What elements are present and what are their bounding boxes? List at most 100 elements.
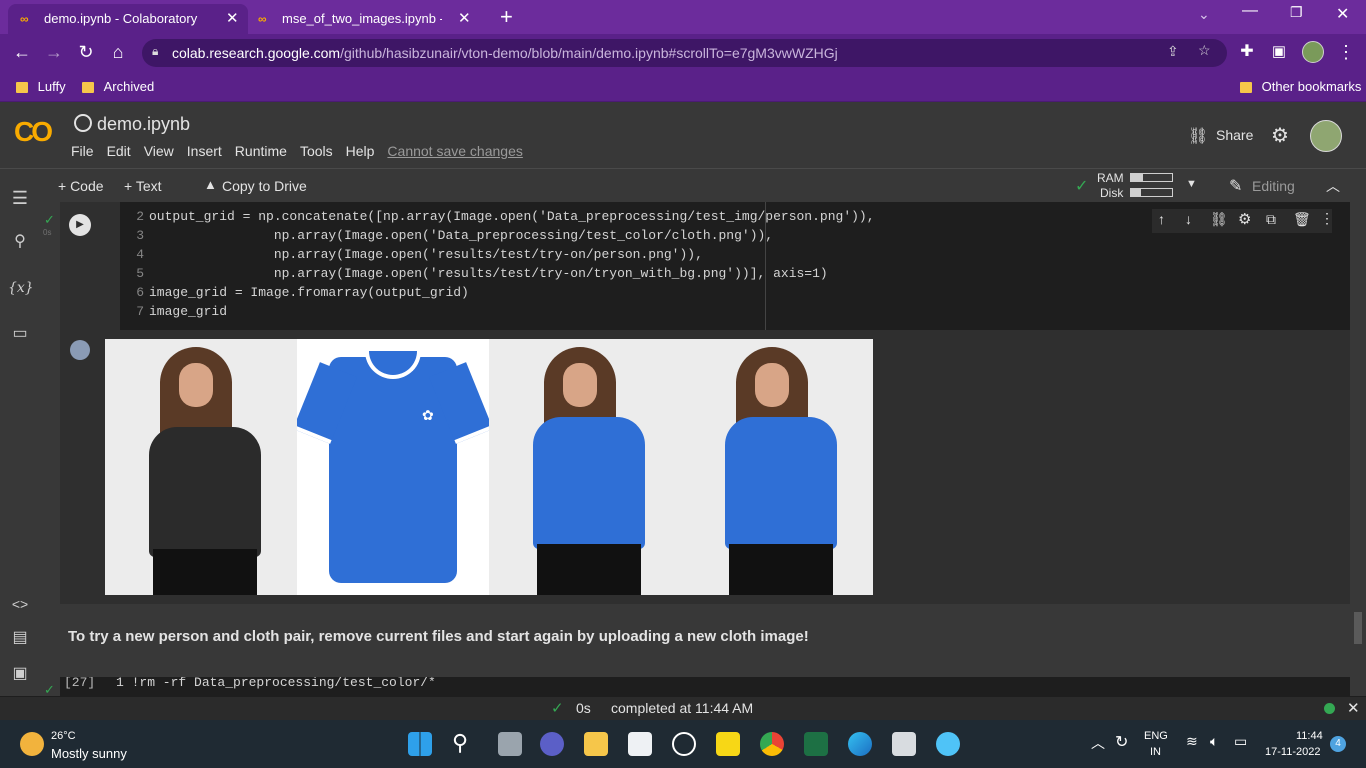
snipping-tool-icon[interactable]: [892, 732, 916, 756]
cannot-save-link[interactable]: Cannot save changes: [387, 143, 522, 159]
browser-address-bar: ← → ↻ ⌂ 🔒︎ colab.research.google.com/git…: [0, 34, 1366, 71]
excel-icon[interactable]: [804, 732, 828, 756]
clock-time[interactable]: 11:44: [1296, 730, 1323, 742]
tab-mse[interactable]: ∞ mse_of_two_images.ipynb - Colab ✕: [250, 4, 480, 34]
forward-icon[interactable]: →: [42, 40, 66, 64]
menu-edit[interactable]: Edit: [107, 143, 131, 159]
edge-icon[interactable]: [848, 732, 872, 756]
disk-meter: [1130, 188, 1173, 197]
close-tab-icon[interactable]: ✕: [458, 9, 471, 27]
files-folder-icon[interactable]: ▭: [8, 322, 32, 346]
bookmark-star-icon[interactable]: ☆: [1198, 42, 1211, 59]
chat-icon[interactable]: [540, 732, 564, 756]
chrome-icon[interactable]: [760, 732, 784, 756]
profile-avatar[interactable]: [1302, 41, 1324, 63]
other-bookmarks[interactable]: Other bookmarks: [1240, 79, 1361, 94]
cell-settings-icon[interactable]: ⚙: [1238, 210, 1251, 228]
add-code-button[interactable]: + Code: [58, 178, 104, 194]
chrome-menu-icon[interactable]: ⋮: [1334, 40, 1358, 64]
add-text-button[interactable]: + Text: [124, 178, 162, 194]
collapse-header-icon[interactable]: ︿: [1326, 176, 1340, 196]
lang-in[interactable]: IN: [1150, 746, 1161, 758]
menu-file[interactable]: File: [71, 143, 94, 159]
code-snippets-icon[interactable]: <>: [8, 592, 32, 616]
resources-dropdown-icon[interactable]: ▼: [1186, 178, 1197, 190]
close-tab-icon[interactable]: ✕: [226, 9, 239, 27]
close-status-icon[interactable]: ✕: [1347, 699, 1360, 717]
status-completed: completed at 11:44 AM: [611, 700, 754, 716]
lang-eng[interactable]: ENG: [1144, 730, 1168, 742]
home-icon[interactable]: ⌂: [106, 40, 130, 64]
github-icon: [74, 114, 92, 132]
show-hidden-icons-icon[interactable]: ︿: [1091, 733, 1105, 753]
clock-date[interactable]: 17-11-2022: [1265, 746, 1320, 758]
sync-icon[interactable]: ↻: [1115, 732, 1128, 752]
command-palette-icon[interactable]: ▤: [8, 626, 32, 650]
tab-search-icon[interactable]: ⌄: [1198, 6, 1210, 23]
reload-icon[interactable]: ↻: [74, 40, 98, 64]
share-page-icon[interactable]: ⇪: [1167, 43, 1179, 60]
menu-tools[interactable]: Tools: [300, 143, 333, 159]
tryon-with-bg-image: [681, 339, 873, 595]
task-view-icon[interactable]: [498, 732, 522, 756]
copy-to-drive-button[interactable]: Copy to Drive: [222, 178, 307, 194]
link-cell-icon[interactable]: ⛓: [1210, 211, 1228, 228]
new-tab-button[interactable]: +: [500, 4, 513, 30]
paint-icon[interactable]: [936, 732, 960, 756]
bookmark-luffy[interactable]: Luffy: [16, 79, 66, 94]
lock-icon: 🔒︎: [152, 44, 159, 58]
colab-logo[interactable]: CO: [14, 116, 53, 148]
bookmark-label: Other bookmarks: [1261, 79, 1362, 94]
extensions-icon[interactable]: ✚: [1235, 40, 1259, 64]
table-of-contents-icon[interactable]: ☰: [8, 186, 32, 210]
code-cell[interactable]: ✓ 0s ▶ 2 output_grid = np.concatenate([np…: [43, 202, 1350, 604]
wifi-icon[interactable]: ≋: [1186, 733, 1198, 750]
run-cell-button[interactable]: ▶: [69, 214, 91, 236]
cloth-image: ✿: [297, 339, 489, 595]
dell-icon[interactable]: [672, 732, 696, 756]
menu-insert[interactable]: Insert: [187, 143, 222, 159]
windows-taskbar: 26°C Mostly sunny ⚲ ︿ ↻ ENG IN ≋ 🔈︎ ▭ 11…: [0, 720, 1366, 768]
menu-runtime[interactable]: Runtime: [235, 143, 287, 159]
back-icon[interactable]: ←: [10, 40, 34, 64]
url-host: colab.research.google.com: [172, 45, 341, 61]
share-button[interactable]: Share: [1216, 127, 1253, 143]
text-cell[interactable]: To try a new person and cloth pair, remo…: [68, 628, 809, 645]
account-avatar[interactable]: [1310, 120, 1342, 152]
disk-label: Disk: [1100, 186, 1124, 200]
scrollbar-thumb[interactable]: [1354, 612, 1362, 644]
start-windows-icon[interactable]: [408, 732, 432, 756]
next-code-cell[interactable]: [27] 1 !rm -rf Data_preprocessing/test_c…: [60, 677, 1350, 696]
tab-demo[interactable]: ∞ demo.ipynb - Colaboratory ✕: [8, 4, 248, 34]
weather-temp[interactable]: 26°C: [51, 730, 76, 742]
settings-gear-icon[interactable]: ⚙: [1271, 123, 1289, 148]
move-down-icon[interactable]: ↓: [1185, 211, 1192, 227]
terminal-icon[interactable]: ▣: [8, 662, 32, 686]
minimize-icon[interactable]: —: [1242, 2, 1258, 20]
search-icon[interactable]: ⚲: [8, 230, 32, 254]
menu-help[interactable]: Help: [346, 143, 375, 159]
notification-badge[interactable]: 4: [1330, 736, 1346, 752]
menu-view[interactable]: View: [144, 143, 174, 159]
battery-icon[interactable]: ▭: [1234, 733, 1247, 750]
sticky-notes-icon[interactable]: [716, 732, 740, 756]
close-window-icon[interactable]: ✕: [1336, 4, 1349, 24]
file-explorer-icon[interactable]: [584, 732, 608, 756]
store-icon[interactable]: [628, 732, 652, 756]
weather-desc[interactable]: Mostly sunny: [51, 746, 127, 761]
bookmark-archived[interactable]: Archived: [82, 79, 154, 94]
restore-icon[interactable]: ❐: [1290, 4, 1303, 21]
ram-meter: [1130, 173, 1173, 182]
mirror-cell-icon[interactable]: ⧉: [1266, 211, 1276, 228]
more-options-icon[interactable]: ⋮: [1320, 210, 1334, 227]
sidepanel-icon[interactable]: ▣: [1267, 40, 1291, 64]
volume-icon[interactable]: 🔈︎: [1210, 733, 1218, 750]
editing-button[interactable]: Editing: [1252, 178, 1295, 194]
variables-icon[interactable]: {x}: [8, 276, 34, 300]
notebook-title[interactable]: demo.ipynb: [97, 114, 190, 135]
delete-cell-icon[interactable]: 🗑︎: [1293, 211, 1311, 228]
url-bar[interactable]: 🔒︎ colab.research.google.com/github/hasi…: [142, 39, 1227, 67]
search-taskbar-icon[interactable]: ⚲: [452, 730, 468, 756]
execution-status-bar: ✓ 0s completed at 11:44 AM ✕: [0, 696, 1366, 720]
move-up-icon[interactable]: ↑: [1158, 211, 1165, 227]
